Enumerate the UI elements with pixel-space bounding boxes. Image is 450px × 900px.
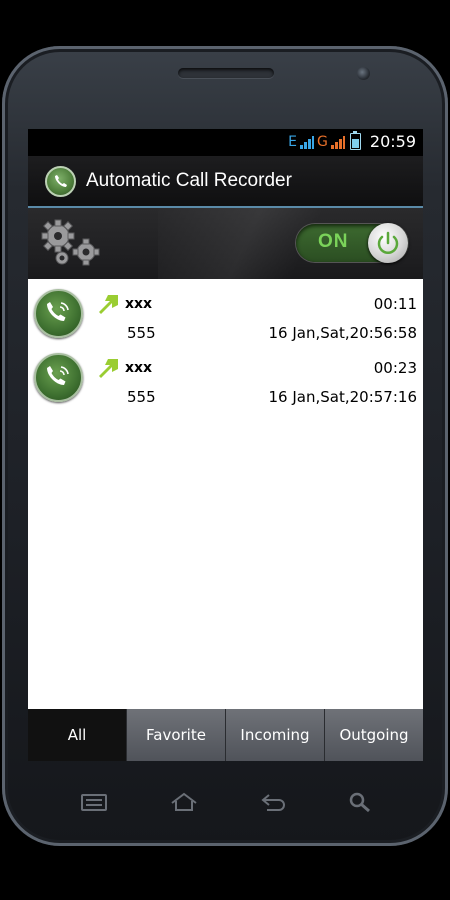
menu-icon[interactable] bbox=[79, 790, 109, 814]
front-camera bbox=[357, 67, 370, 80]
call-datetime: 16 Jan,Sat,20:57:16 bbox=[268, 388, 417, 406]
recording-icon bbox=[34, 289, 83, 338]
tab-all[interactable]: All bbox=[28, 709, 126, 761]
signal-strength-icon bbox=[300, 135, 315, 149]
call-duration: 00:11 bbox=[373, 295, 417, 313]
tab-incoming[interactable]: Incoming bbox=[225, 709, 324, 761]
call-datetime: 16 Jan,Sat,20:56:58 bbox=[268, 324, 417, 342]
toggle-state-label: ON bbox=[318, 231, 349, 252]
power-icon bbox=[377, 231, 399, 254]
phone-handset-icon bbox=[47, 302, 69, 321]
screen: E G 20:59 Automatic Call Recorder ON xxx… bbox=[28, 129, 423, 761]
search-icon[interactable] bbox=[345, 790, 375, 814]
battery-icon bbox=[349, 131, 361, 150]
caller-number: 555 bbox=[127, 324, 156, 342]
app-title-bar: Automatic Call Recorder bbox=[28, 156, 423, 208]
phone-handset-icon bbox=[54, 175, 67, 187]
caller-number: 555 bbox=[127, 388, 156, 406]
network-type-indicator: E bbox=[288, 133, 298, 150]
status-time: 20:59 bbox=[369, 132, 416, 151]
earpiece-speaker bbox=[178, 68, 274, 78]
tab-favorite[interactable]: Favorite bbox=[126, 709, 225, 761]
list-item[interactable]: xxx 00:11 555 16 Jan,Sat,20:56:58 bbox=[28, 279, 423, 343]
phone-handset-icon bbox=[47, 366, 69, 385]
back-icon[interactable] bbox=[259, 790, 289, 814]
status-bar: E G 20:59 bbox=[28, 129, 423, 156]
recording-icon bbox=[34, 353, 83, 402]
caller-name: xxx bbox=[125, 296, 153, 312]
outgoing-call-arrow-icon bbox=[99, 359, 118, 378]
caller-name: xxx bbox=[125, 360, 153, 376]
list-item[interactable]: xxx 00:23 555 16 Jan,Sat,20:57:16 bbox=[28, 343, 423, 407]
tab-outgoing[interactable]: Outgoing bbox=[324, 709, 423, 761]
app-title: Automatic Call Recorder bbox=[86, 170, 292, 191]
filter-tab-bar: All Favorite Incoming Outgoing bbox=[28, 709, 423, 761]
call-duration: 00:23 bbox=[373, 359, 417, 377]
home-icon[interactable] bbox=[169, 790, 199, 814]
hardware-softkeys bbox=[0, 780, 450, 830]
app-logo-icon bbox=[45, 165, 76, 197]
outgoing-call-arrow-icon bbox=[99, 295, 118, 314]
settings-gear-icon[interactable] bbox=[40, 218, 105, 268]
status-icons: E G 20:59 bbox=[288, 131, 416, 151]
signal-strength-icon-2 bbox=[330, 135, 345, 149]
call-recording-list: xxx 00:11 555 16 Jan,Sat,20:56:58 xxx 00… bbox=[28, 279, 423, 709]
network-type-indicator-2: G bbox=[317, 133, 328, 150]
toggle-knob[interactable] bbox=[368, 223, 408, 263]
control-toolbar: ON bbox=[28, 208, 423, 279]
recording-toggle-switch[interactable]: ON bbox=[296, 223, 408, 263]
